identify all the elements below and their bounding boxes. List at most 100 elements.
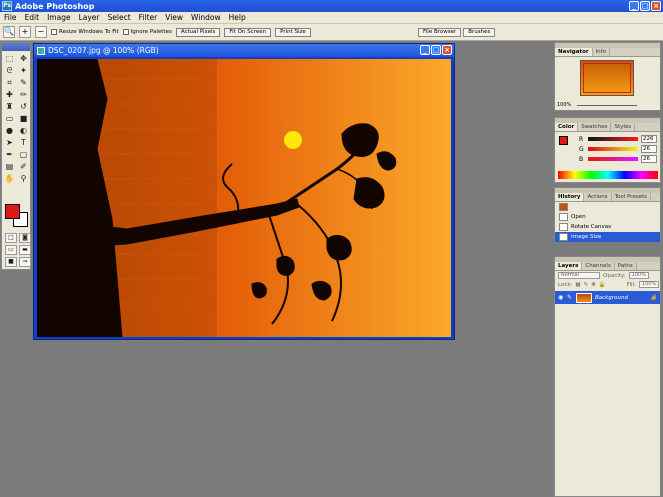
lock-move-icon[interactable]: ✥ (591, 282, 596, 288)
history-brush-tool-icon[interactable]: ↺ (17, 101, 30, 112)
navigator-zoom-slider[interactable] (577, 105, 637, 106)
fit-on-screen-button[interactable]: Fit On Screen (224, 27, 272, 37)
lock-all-icon[interactable]: 🔒 (599, 282, 606, 288)
tab-tool-presets[interactable]: Tool Presets (612, 193, 652, 201)
checkbox-box[interactable] (122, 29, 129, 35)
r-slider[interactable] (588, 137, 638, 141)
path-selection-tool-icon[interactable]: ➤ (3, 137, 16, 148)
file-browser-tab[interactable]: File Browser (418, 28, 462, 37)
dodge-tool-icon[interactable]: ◐ (17, 125, 30, 136)
menu-bar: File Edit Image Layer Select Filter View… (0, 12, 663, 24)
document-minimize-button[interactable]: _ (420, 45, 430, 55)
tab-actions[interactable]: Actions (584, 193, 612, 201)
zoom-tool-icon[interactable]: ⚲ (17, 173, 30, 184)
history-item-rotate-canvas[interactable]: Rotate Canvas (555, 222, 660, 232)
pen-tool-icon[interactable]: ✒ (3, 149, 16, 160)
minimize-button[interactable]: _ (629, 1, 639, 11)
navigator-thumbnail[interactable] (580, 60, 634, 96)
quick-mask-mode-icon[interactable]: ◙ (19, 233, 31, 243)
tab-paths[interactable]: Paths (615, 262, 637, 270)
r-value-field[interactable]: 226 (641, 135, 657, 143)
lasso-tool-icon[interactable]: ᘓ (3, 65, 16, 76)
menu-help[interactable]: Help (225, 13, 250, 22)
history-snapshot[interactable] (555, 202, 660, 212)
g-value-field[interactable]: 26 (641, 145, 657, 153)
zoom-in-icon[interactable]: + (19, 26, 31, 38)
slice-tool-icon[interactable]: ✎ (17, 77, 30, 88)
image-canvas[interactable] (37, 59, 451, 337)
menu-window[interactable]: Window (187, 13, 225, 22)
jump-to-imageready-icon[interactable]: ⇒ (19, 257, 31, 267)
maximize-button[interactable]: □ (640, 1, 650, 11)
notes-tool-icon[interactable]: ▤ (3, 161, 16, 172)
tab-navigator[interactable]: Navigator (555, 48, 593, 56)
g-slider[interactable] (588, 147, 638, 151)
tab-channels[interactable]: Channels (582, 262, 615, 270)
toolbox-grip[interactable] (2, 43, 30, 51)
document-title-bar[interactable]: DSC_0207.jpg @ 100% (RGB) (34, 44, 454, 57)
close-button[interactable]: × (651, 1, 661, 11)
shape-tool-icon[interactable]: ▢ (17, 149, 30, 160)
print-size-button[interactable]: Print Size (275, 27, 311, 37)
document-close-button[interactable]: × (442, 45, 452, 55)
lock-paint-icon[interactable]: ✎ (584, 282, 589, 288)
tab-color[interactable]: Color (555, 123, 579, 131)
lock-transparency-icon[interactable]: ▦ (575, 282, 580, 288)
b-value-field[interactable]: 26 (641, 155, 657, 163)
tab-history[interactable]: History (555, 193, 585, 201)
navigator-view-box[interactable] (583, 63, 631, 93)
tab-styles[interactable]: Styles (611, 123, 636, 131)
brushes-tab[interactable]: Brushes (463, 28, 496, 37)
eye-icon[interactable]: ◉ (558, 294, 564, 301)
menu-edit[interactable]: Edit (21, 13, 44, 22)
history-item-image-size[interactable]: Image Size (555, 232, 660, 242)
color-well[interactable] (5, 204, 29, 228)
options-bar: 🔍 + − Resize Windows To Fit Ignore Palet… (0, 24, 663, 41)
type-tool-icon[interactable]: T (17, 137, 30, 148)
screen-mode-full-icon[interactable]: ▬ (19, 245, 31, 255)
menu-image[interactable]: Image (43, 13, 75, 22)
blend-mode-select[interactable]: Normal (558, 272, 600, 279)
crop-tool-icon[interactable]: ⌗ (3, 77, 16, 88)
menu-file[interactable]: File (0, 13, 21, 22)
foreground-color-swatch[interactable] (5, 204, 20, 219)
checkbox-box[interactable] (51, 29, 57, 35)
layer-row-background[interactable]: ◉ ✎ Background 🔒 (555, 291, 660, 304)
blur-tool-icon[interactable]: ● (3, 125, 16, 136)
eyedropper-tool-icon[interactable]: ✐ (17, 161, 30, 172)
menu-filter[interactable]: Filter (135, 13, 162, 22)
b-slider[interactable] (588, 157, 638, 161)
gradient-tool-icon[interactable]: ■ (17, 113, 30, 124)
zoom-tool-icon[interactable]: 🔍 (3, 26, 15, 38)
ignore-palettes-checkbox[interactable]: Ignore Palettes (122, 29, 172, 35)
menu-view[interactable]: View (161, 13, 187, 22)
document-maximize-button[interactable]: □ (431, 45, 441, 55)
standard-mode-icon[interactable]: □ (5, 233, 17, 243)
healing-brush-tool-icon[interactable]: ✚ (3, 89, 16, 100)
hand-tool-icon[interactable]: ✋ (3, 173, 16, 184)
history-item-open[interactable]: Open (555, 212, 660, 222)
move-tool-icon[interactable]: ✥ (17, 53, 30, 64)
marquee-tool-icon[interactable]: ⬚ (3, 53, 16, 64)
brush-tool-icon[interactable]: ✏ (17, 89, 30, 100)
fill-field[interactable]: 100% (638, 281, 660, 288)
tab-info[interactable]: Info (593, 48, 610, 56)
tab-swatches[interactable]: Swatches (578, 123, 612, 131)
screen-mode-standard-icon[interactable]: ▭ (5, 245, 17, 255)
opacity-field[interactable]: 100% (628, 272, 649, 279)
menu-select[interactable]: Select (104, 13, 135, 22)
screen-mode-fullscreen-icon[interactable]: ■ (5, 257, 17, 267)
magic-wand-tool-icon[interactable]: ✦ (17, 65, 30, 76)
zoom-out-icon[interactable]: − (35, 26, 47, 38)
clone-stamp-tool-icon[interactable]: ♜ (3, 101, 16, 112)
eraser-tool-icon[interactable]: ▭ (3, 113, 16, 124)
color-spectrum-bar[interactable] (558, 171, 658, 179)
layers-lock-row: Lock: ▦ ✎ ✥ 🔒 Fill: 100% (555, 280, 660, 289)
actual-pixels-button[interactable]: Actual Pixels (175, 27, 221, 37)
color-row-g: G 26 (579, 144, 660, 154)
resize-windows-checkbox[interactable]: Resize Windows To Fit (51, 29, 119, 35)
tab-layers[interactable]: Layers (555, 262, 583, 270)
foreground-color-swatch[interactable] (559, 136, 568, 145)
navigator-zoom-value[interactable]: 100% (557, 102, 571, 108)
menu-layer[interactable]: Layer (75, 13, 104, 22)
